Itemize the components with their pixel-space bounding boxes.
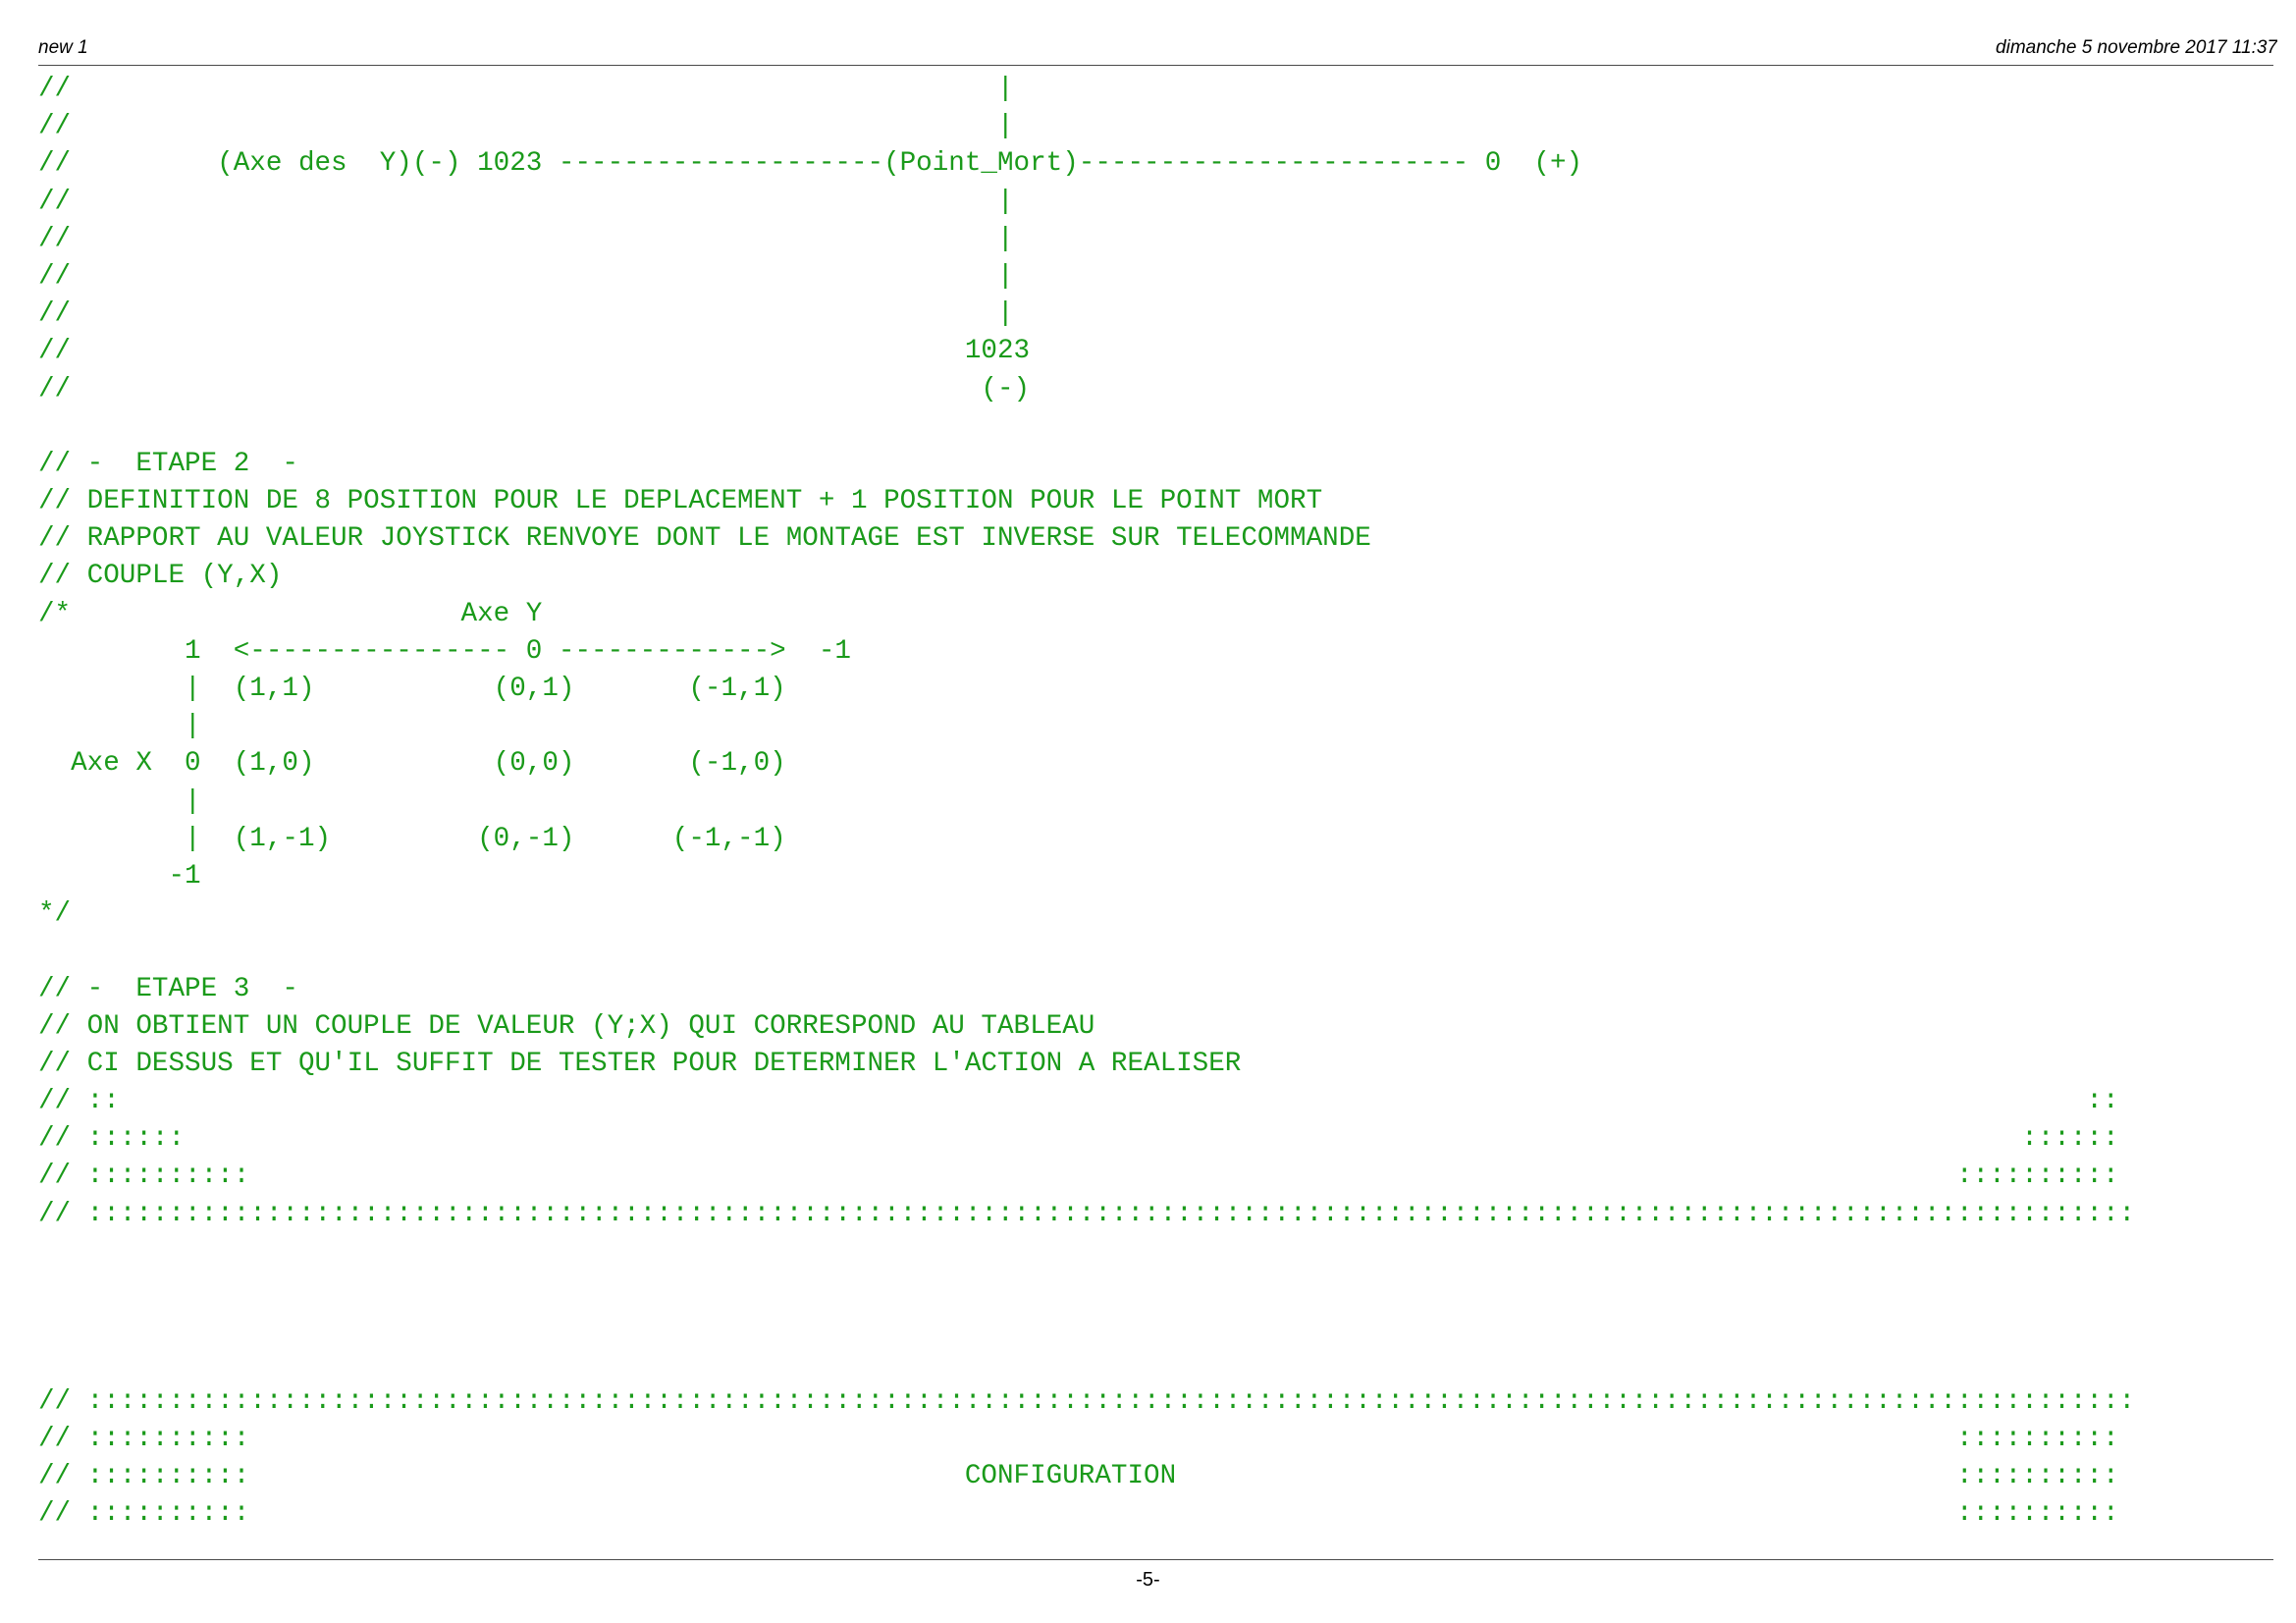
code-line: 1 <---------------- 0 -------------> -1 <box>38 635 851 667</box>
code-line: // :::::::::: CONFIGURATION :::::::::: <box>38 1460 2119 1491</box>
code-line: // | <box>38 223 1014 254</box>
printed-page: new 1 dimanche 5 novembre 2017 11:37 // … <box>0 0 2296 1623</box>
code-line: // (-) <box>38 373 1031 405</box>
code-line: // | <box>38 260 1014 292</box>
header-divider <box>38 65 2273 66</box>
page-header: new 1 dimanche 5 novembre 2017 11:37 <box>38 35 2277 63</box>
code-line: // :::::::::: :::::::::: <box>38 1423 2119 1454</box>
code-line: // COUPLE (Y,X) <box>38 561 283 592</box>
document-title: new 1 <box>38 37 88 58</box>
code-line: // | <box>38 186 1014 217</box>
print-datetime: dimanche 5 novembre 2017 11:37 <box>1996 37 2277 58</box>
code-line: // RAPPORT AU VALEUR JOYSTICK RENVOYE DO… <box>38 523 1371 555</box>
code-line: // :::::::::::::::::::::::::::::::::::::… <box>38 1385 2136 1417</box>
code-line: // CI DESSUS ET QU'IL SUFFIT DE TESTER P… <box>38 1048 1242 1079</box>
code-line: // :::::::::: :::::::::: <box>38 1498 2119 1530</box>
page-number: -5- <box>1136 1569 1160 1591</box>
code-listing: // | // | // (Axe des Y)(-) 1023 ---------… <box>38 71 2135 1533</box>
code-line: // 1023 <box>38 336 1031 367</box>
code-line: // - ETAPE 3 - <box>38 973 298 1004</box>
code-line: | (1,-1) (0,-1) (-1,-1) <box>38 823 786 854</box>
code-line: */ <box>38 898 72 930</box>
code-line: | (1,1) (0,1) (-1,1) <box>38 674 786 704</box>
code-line: Axe X 0 (1,0) (0,0) (-1,0) <box>38 748 786 780</box>
code-line: -1 <box>38 860 201 892</box>
code-line: // :: :: <box>38 1086 2119 1117</box>
code-line: // | <box>38 74 1014 104</box>
code-line: // ON OBTIENT UN COUPLE DE VALEUR (Y;X) … <box>38 1010 1095 1042</box>
code-line: // :::::::::: :::::::::: <box>38 1161 2119 1192</box>
code-line: // | <box>38 111 1014 142</box>
code-line: | <box>38 711 201 742</box>
code-line: /* Axe Y <box>38 598 543 629</box>
code-line: // DEFINITION DE 8 POSITION POUR LE DEPL… <box>38 486 1323 517</box>
footer-divider <box>38 1559 2273 1560</box>
code-line: // | <box>38 298 1014 330</box>
code-line: | <box>38 785 201 817</box>
code-line: // :::::: :::::: <box>38 1123 2119 1155</box>
code-line: // - ETAPE 2 - <box>38 448 298 479</box>
code-line: // :::::::::::::::::::::::::::::::::::::… <box>38 1198 2136 1229</box>
code-line: // (Axe des Y)(-) 1023 -----------------… <box>38 148 1583 180</box>
